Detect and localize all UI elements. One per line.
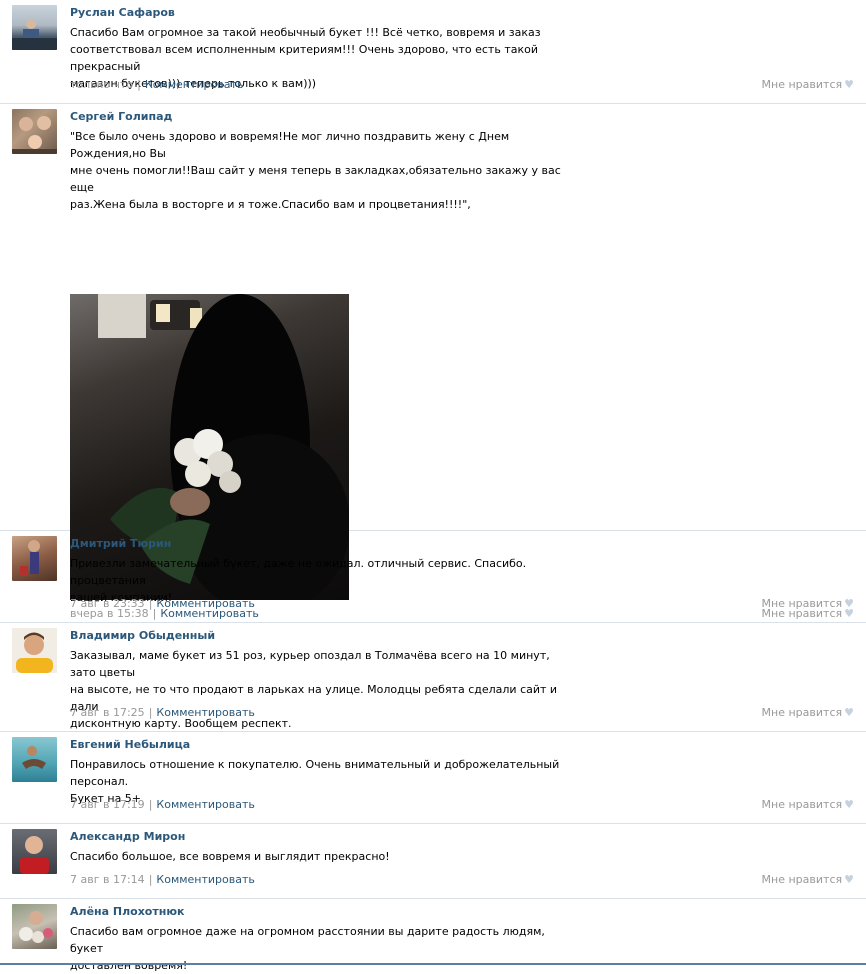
comment-link[interactable]: Комментировать — [156, 597, 254, 610]
author-name[interactable]: Евгений Небылица — [70, 738, 190, 751]
like-button[interactable]: Мне нравится ♥ — [762, 873, 854, 886]
avatar-image — [19, 911, 53, 943]
post: Александр Мирон Спасибо большое, все вов… — [0, 824, 866, 899]
reviews-feed: Руслан Сафаров Спасибо Вам огромное за т… — [0, 0, 866, 972]
meta-separator: | — [148, 798, 153, 811]
post: Евгений Небылица Понравилось отношение к… — [0, 732, 866, 824]
like-label: Мне нравится — [761, 597, 843, 610]
author-name[interactable]: Сергей Голипад — [70, 110, 172, 123]
heart-icon: ♥ — [844, 78, 854, 91]
meta-separator: | — [137, 78, 141, 91]
comment-link[interactable]: Комментировать — [156, 873, 254, 886]
post-meta: 7 авг в 17:19 | Комментировать — [70, 798, 255, 811]
avatar[interactable] — [12, 737, 57, 782]
like-button[interactable]: Мне нравится ♥ — [762, 706, 854, 719]
like-label: Мне нравится — [761, 706, 843, 719]
like-label: Мне нравится — [761, 78, 843, 91]
avatar-image — [12, 19, 57, 50]
avatar[interactable] — [12, 904, 57, 949]
post-meta: 7 авг в 23:33 | Комментировать — [70, 597, 255, 610]
avatar[interactable] — [12, 628, 57, 673]
heart-icon: ♥ — [844, 597, 854, 610]
post: Дмитрий Тюрин Привезли замечательный бук… — [0, 531, 866, 623]
post-meta: 7 авг в 17:25 | Комментировать — [70, 706, 255, 719]
avatar-image — [12, 116, 57, 154]
author-name[interactable]: Александр Мирон — [70, 830, 185, 843]
author-name[interactable]: Дмитрий Тюрин — [70, 537, 171, 550]
post-text: Спасибо вам огромное даже на огромном ра… — [70, 925, 545, 972]
meta-separator: | — [148, 706, 153, 719]
avatar[interactable] — [12, 829, 57, 874]
author-name[interactable]: Руслан Сафаров — [70, 6, 175, 19]
post: Алёна Плохотнюк Спасибо вам огромное даж… — [0, 899, 866, 972]
heart-icon: ♥ — [844, 798, 854, 811]
post: Руслан Сафаров Спасибо Вам огромное за т… — [0, 0, 866, 104]
like-label: Мне нравится — [761, 798, 843, 811]
heart-icon: ♥ — [844, 873, 854, 886]
post-text: Заказывал, маме букет из 51 роз, курьер … — [70, 649, 558, 730]
meta-separator: | — [148, 873, 153, 886]
avatar-image — [22, 746, 46, 769]
post-time[interactable]: только что — [70, 78, 133, 91]
like-button[interactable]: Мне нравится ♥ — [762, 78, 854, 91]
post-time[interactable]: 7 авг в 17:19 — [70, 798, 145, 811]
meta-separator: | — [148, 597, 153, 610]
avatar-image — [20, 836, 49, 874]
avatar-image — [16, 632, 53, 673]
avatar-image — [20, 540, 40, 576]
heart-icon: ♥ — [844, 706, 854, 719]
author-name[interactable]: Владимир Обыденный — [70, 629, 215, 642]
post-time[interactable]: 7 авг в 17:14 — [70, 873, 145, 886]
like-label: Мне нравится — [761, 873, 843, 886]
avatar[interactable] — [12, 109, 57, 154]
post-time[interactable]: 7 авг в 23:33 — [70, 597, 145, 610]
post-meta: 7 авг в 17:14 | Комментировать — [70, 873, 255, 886]
post-text: "Все было очень здорово и вовремя!Не мог… — [70, 130, 561, 211]
post: Владимир Обыденный Заказывал, маме букет… — [0, 623, 866, 732]
comment-link[interactable]: Комментировать — [156, 706, 254, 719]
post: Сергей Голипад "Все было очень здорово и… — [0, 104, 866, 620]
like-button[interactable]: Мне нравится ♥ — [762, 798, 854, 811]
like-button[interactable]: Мне нравится ♥ — [762, 597, 854, 610]
avatar[interactable] — [12, 536, 57, 581]
author-name[interactable]: Алёна Плохотнюк — [70, 905, 185, 918]
comment-link[interactable]: Комментировать — [156, 798, 254, 811]
comment-link[interactable]: Комментировать — [145, 78, 243, 91]
post-meta: только что | Комментировать — [70, 78, 243, 91]
post-text: Спасибо большое, все вовремя и выглядит … — [70, 850, 390, 863]
post-time[interactable]: 7 авг в 17:25 — [70, 706, 145, 719]
avatar[interactable] — [12, 5, 57, 50]
